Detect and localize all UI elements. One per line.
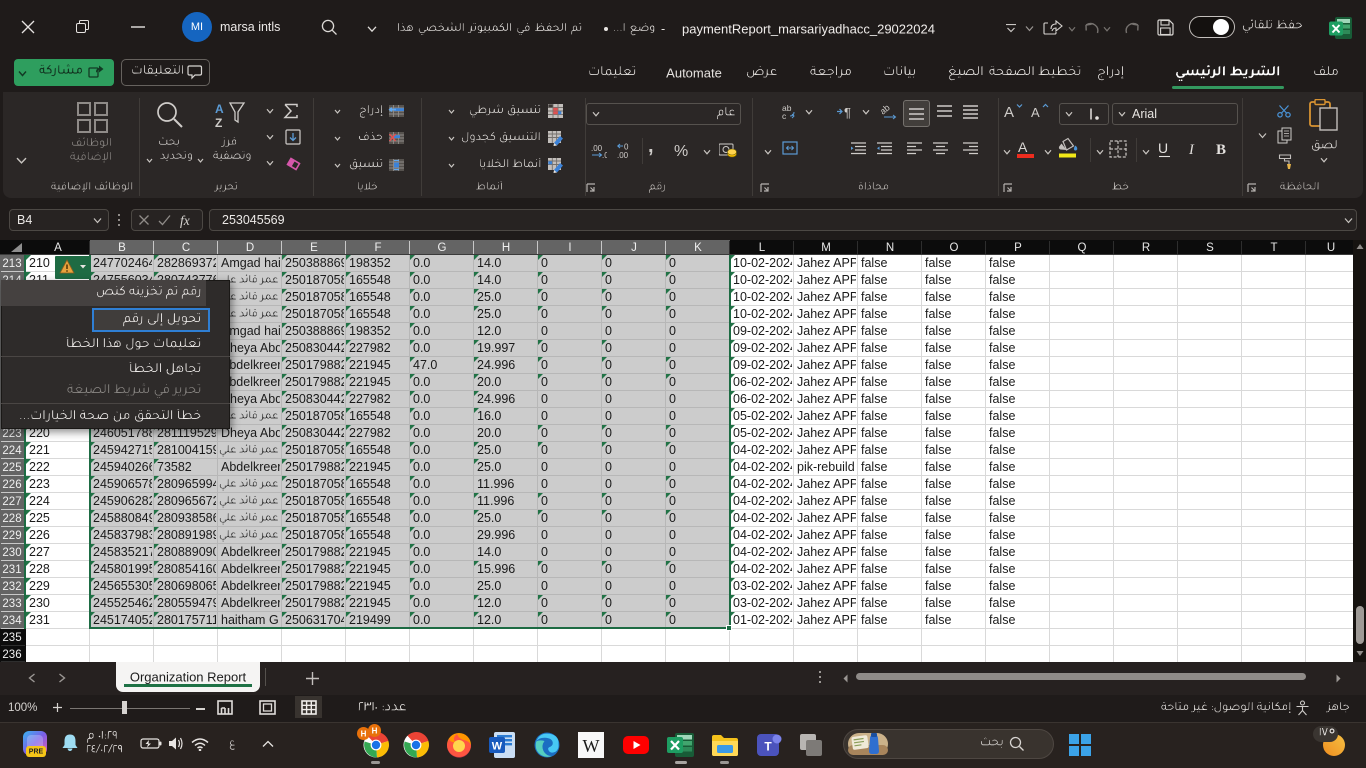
svg-text:H: H bbox=[361, 730, 367, 739]
svg-text:U: U bbox=[1158, 140, 1168, 156]
svg-text:.00: .00 bbox=[591, 144, 603, 153]
svg-text:fx: fx bbox=[180, 213, 190, 228]
svg-text:,: , bbox=[648, 138, 654, 157]
svg-text:T: T bbox=[764, 740, 772, 754]
svg-text:I: I bbox=[1188, 142, 1195, 158]
svg-text:Z: Z bbox=[215, 116, 222, 130]
svg-text:.00: .00 bbox=[617, 151, 629, 159]
svg-text:A: A bbox=[1018, 139, 1028, 155]
svg-text:%: % bbox=[674, 143, 688, 159]
svg-text:B: B bbox=[1216, 142, 1226, 158]
svg-text:H: H bbox=[372, 727, 378, 736]
svg-text:W: W bbox=[583, 736, 600, 756]
svg-text:A: A bbox=[215, 102, 224, 116]
svg-text:¶: ¶ bbox=[844, 105, 851, 119]
svg-text:.0: .0 bbox=[602, 151, 607, 159]
svg-text:A: A bbox=[1031, 105, 1040, 120]
svg-text:W: W bbox=[492, 741, 503, 753]
svg-text:A: A bbox=[1004, 104, 1014, 121]
svg-text:ab: ab bbox=[881, 102, 892, 116]
